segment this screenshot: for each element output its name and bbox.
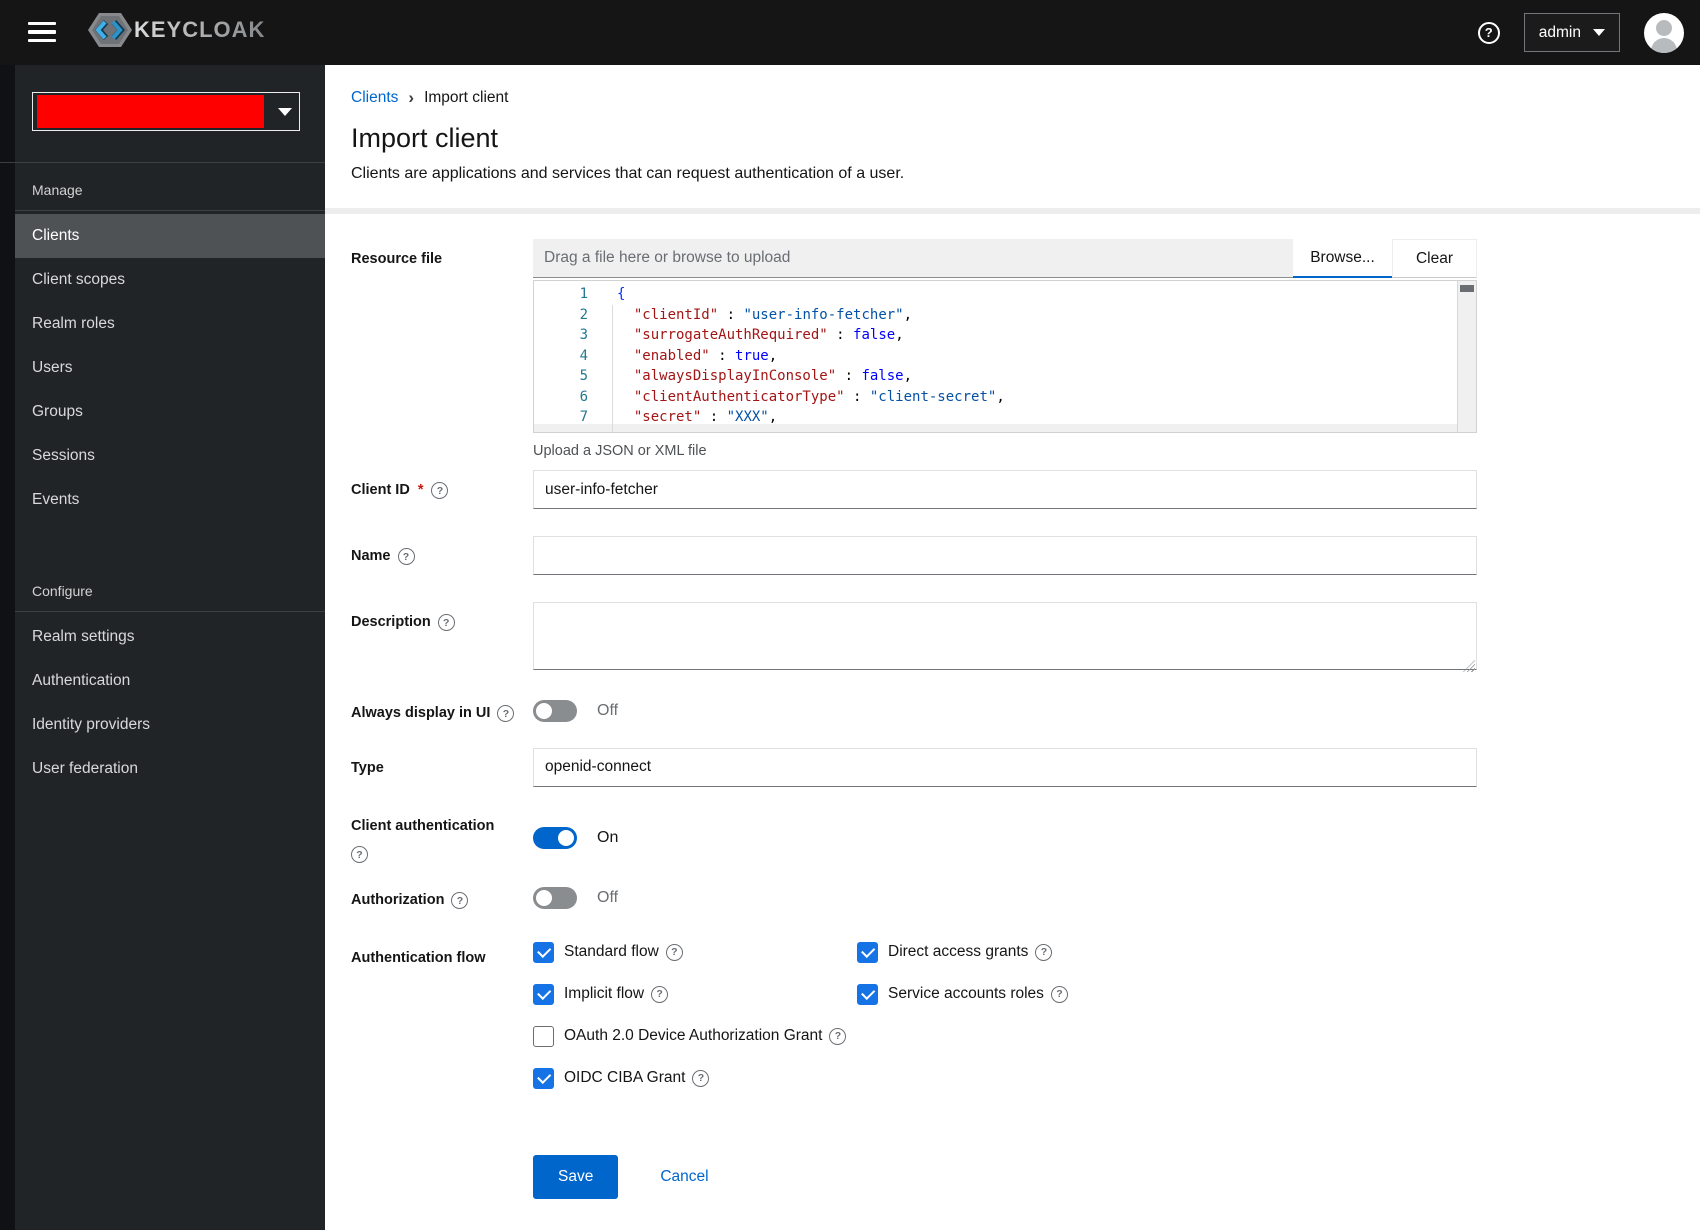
page-header: Clients › Import client Import client Cl… <box>325 65 1700 183</box>
name-label: Name <box>351 536 533 575</box>
client-authentication-toggle[interactable] <box>533 826 577 849</box>
sidebar-item-sessions[interactable]: Sessions <box>6 434 325 478</box>
checkbox-service-accounts-roles[interactable]: Service accounts roles <box>857 983 1477 1005</box>
checkbox-implicit-flow[interactable]: Implicit flow <box>533 983 857 1005</box>
file-dropzone[interactable]: Drag a file here or browse to upload <box>533 239 1293 278</box>
help-icon[interactable] <box>431 482 449 500</box>
sidebar-item-realm-settings[interactable]: Realm settings <box>6 615 325 659</box>
chevron-down-icon <box>278 107 292 116</box>
checkbox-standard-flow[interactable]: Standard flow <box>533 941 857 963</box>
sidebar-item-users[interactable]: Users <box>6 346 325 390</box>
code-editor[interactable]: 1{2 "clientId" : "user-info-fetcher", 3 "… <box>533 280 1477 433</box>
nav-list-configure: Realm settings Authentication Identity p… <box>6 612 325 791</box>
editor-scrollbar[interactable] <box>1457 281 1476 432</box>
user-menu-label: admin <box>1538 23 1581 41</box>
type-input[interactable] <box>533 747 1477 787</box>
help-icon[interactable] <box>451 892 469 910</box>
help-icon[interactable] <box>692 1069 710 1087</box>
always-display-state: Off <box>597 702 619 720</box>
chevron-right-icon: › <box>408 87 415 107</box>
realm-name-redacted <box>37 95 264 128</box>
name-input[interactable] <box>533 536 1477 575</box>
clear-button[interactable]: Clear <box>1392 239 1477 278</box>
sidebar: Manage Clients Client scopes Realm roles… <box>0 65 325 1230</box>
sidebar-item-identity-providers[interactable]: Identity providers <box>6 703 325 747</box>
authorization-state: Off <box>597 889 619 907</box>
checkbox-icon <box>857 983 878 1005</box>
sidebar-item-realm-roles[interactable]: Realm roles <box>6 302 325 346</box>
authentication-flow-label: Authentication flow <box>351 949 486 966</box>
help-icon[interactable] <box>397 548 415 566</box>
nav-section-title-manage: Manage <box>32 182 83 198</box>
client-authentication-state: On <box>597 828 619 846</box>
always-display-label: Always display in UI <box>351 693 533 724</box>
description-label: Description <box>351 602 533 675</box>
realm-selector[interactable] <box>32 92 300 131</box>
checkbox-icon <box>533 983 554 1005</box>
help-icon[interactable] <box>1035 943 1053 961</box>
authentication-flow-options: Standard flow Direct access grants Impli… <box>533 938 1477 1089</box>
checkbox-icon <box>533 1067 554 1089</box>
help-icon[interactable] <box>437 614 455 632</box>
client-id-input[interactable] <box>533 470 1477 509</box>
realm-selector-area <box>0 65 325 163</box>
page-title: Import client <box>351 123 499 153</box>
checkbox-icon <box>533 1025 554 1047</box>
description-textarea[interactable] <box>533 602 1477 670</box>
top-bar: KEYCLOAK admin <box>0 0 1700 65</box>
upload-hint: Upload a JSON or XML file <box>533 443 707 459</box>
help-icon[interactable] <box>497 705 515 723</box>
authorization-label: Authorization <box>351 880 533 911</box>
checkbox-direct-access-grants[interactable]: Direct access grants <box>857 941 1477 963</box>
sidebar-item-user-federation[interactable]: User federation <box>6 747 325 791</box>
required-asterisk: * <box>417 482 424 498</box>
sidebar-item-groups[interactable]: Groups <box>6 390 325 434</box>
help-icon[interactable] <box>1050 985 1068 1003</box>
nav-list-manage: Clients Client scopes Realm roles Users … <box>6 211 325 522</box>
help-icon[interactable] <box>665 943 683 961</box>
chevron-down-icon <box>1593 29 1605 36</box>
checkbox-oidc-ciba-grant[interactable]: OIDC CIBA Grant <box>533 1067 1477 1089</box>
main-content: Clients › Import client Import client Cl… <box>325 65 1700 1199</box>
sidebar-item-client-scopes[interactable]: Client scopes <box>6 258 325 302</box>
sidebar-item-clients[interactable]: Clients <box>6 214 325 258</box>
checkbox-icon <box>533 941 554 963</box>
help-icon[interactable] <box>829 1027 847 1045</box>
authorization-toggle[interactable] <box>533 887 577 910</box>
page-subtitle: Clients are applications and services th… <box>351 165 905 182</box>
indent-guide <box>612 305 613 432</box>
help-icon[interactable] <box>651 985 669 1003</box>
hamburger-menu-icon[interactable] <box>28 17 60 47</box>
client-id-label: Client ID * <box>351 470 533 509</box>
help-icon[interactable] <box>1477 21 1500 44</box>
browse-button[interactable]: Browse... <box>1293 239 1392 278</box>
help-icon[interactable] <box>351 846 368 864</box>
nav-section-title-configure: Configure <box>32 583 93 599</box>
breadcrumb-clients-link[interactable]: Clients <box>351 89 398 107</box>
avatar[interactable] <box>1644 12 1684 53</box>
user-menu-dropdown[interactable]: admin <box>1523 13 1620 52</box>
type-label: Type <box>351 759 384 776</box>
brand-text: KEYCLOAK <box>134 17 266 42</box>
checkbox-oauth-device-grant[interactable]: OAuth 2.0 Device Authorization Grant <box>533 1025 1477 1047</box>
sidebar-item-authentication[interactable]: Authentication <box>6 659 325 703</box>
client-authentication-label: Client authentication <box>351 806 533 865</box>
import-client-form: Resource file Drag a file here or browse… <box>325 214 1700 1199</box>
keycloak-logo: KEYCLOAK <box>88 10 265 50</box>
keycloak-hexagon-icon <box>88 13 132 47</box>
breadcrumb: Clients › Import client <box>351 89 1477 107</box>
sidebar-item-events[interactable]: Events <box>6 478 325 522</box>
always-display-toggle[interactable] <box>533 700 577 723</box>
resource-file-label: Resource file <box>351 251 443 267</box>
editor-scrollbar-thumb[interactable] <box>1460 285 1474 292</box>
cancel-button[interactable]: Cancel <box>660 1168 708 1186</box>
code-editor-lines: 1{2 "clientId" : "user-info-fetcher", 3 "… <box>534 281 1457 425</box>
save-button[interactable]: Save <box>533 1154 619 1199</box>
checkbox-icon <box>857 941 878 963</box>
breadcrumb-current: Import client <box>424 89 509 106</box>
